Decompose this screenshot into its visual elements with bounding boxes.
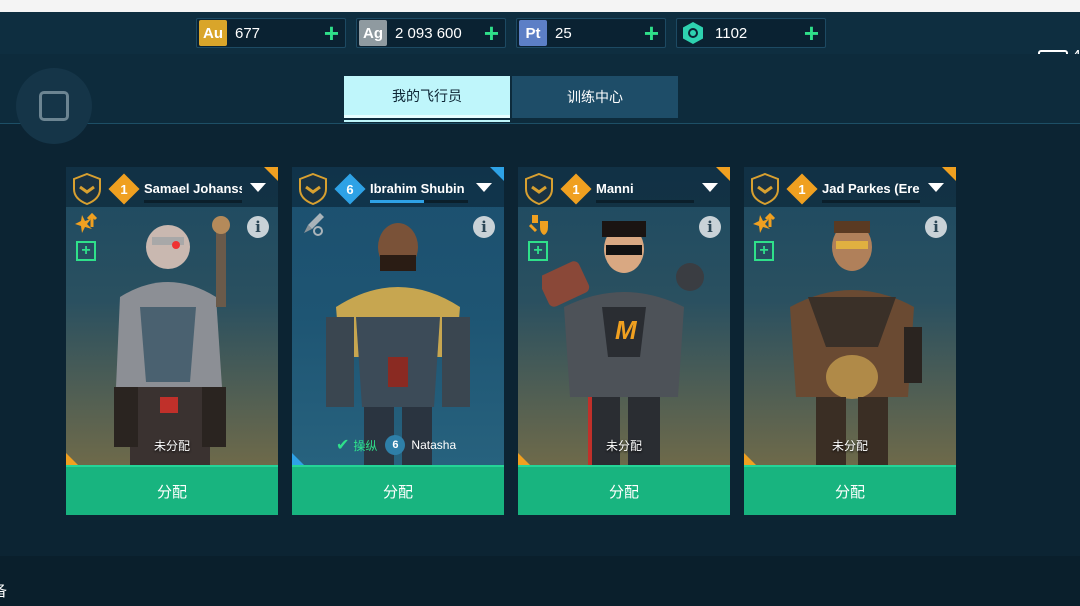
- pilot-xp-bar: [370, 200, 468, 203]
- rocket-icon: [304, 213, 324, 236]
- pilot-name: Ibrahim Shubin: [370, 181, 465, 196]
- add-skill-button[interactable]: +: [76, 241, 96, 261]
- pilot-dropdown-icon[interactable]: [250, 183, 266, 192]
- assignment-status: 未分配: [605, 439, 642, 453]
- burst-arrow-icon: [753, 212, 776, 233]
- add-skill-button[interactable]: +: [754, 241, 774, 261]
- platinum-currency: Pt 25 +: [516, 18, 666, 48]
- tab-my-pilots[interactable]: 我的飞行员: [344, 76, 510, 118]
- rank-shield-icon: [751, 173, 779, 205]
- gold-icon: Au: [199, 20, 227, 46]
- silver-currency: Ag 2 093 600 +: [356, 18, 506, 48]
- home-square-icon: [39, 91, 69, 121]
- add-silver-button[interactable]: +: [484, 20, 499, 46]
- pilot-portrait: [790, 221, 922, 465]
- footer-label: 备: [0, 580, 7, 601]
- pilot-name: Manni: [596, 181, 634, 196]
- pilot-xp-bar: [144, 200, 242, 203]
- add-gold-button[interactable]: +: [324, 20, 339, 46]
- assign-button[interactable]: 分配: [66, 465, 278, 515]
- pilot-xp-bar: [596, 200, 694, 203]
- rank-shield-icon: [299, 173, 327, 205]
- pilot-card[interactable]: 1 Jad Parkes (Eremite) i + 未分配 分配: [744, 167, 956, 515]
- assignment-status: 未分配: [831, 439, 868, 453]
- pilot-xp-fill: [370, 200, 424, 203]
- pilot-card[interactable]: 1 Samael Johansson i + 未分配 分配: [66, 167, 278, 515]
- shield-wrench-icon: [528, 215, 548, 235]
- check-icon: ✔: [336, 437, 350, 454]
- system-status-strip: [0, 0, 1080, 12]
- pilot-level-badge: 1: [786, 173, 818, 205]
- pilot-level-badge: 1: [560, 173, 592, 205]
- add-crystal-button[interactable]: +: [804, 20, 819, 46]
- assign-button[interactable]: 分配: [292, 465, 504, 515]
- platinum-amount: 25: [555, 24, 572, 42]
- tab-training-center[interactable]: 训练中心: [512, 76, 678, 118]
- pilot-xp-bar: [822, 200, 920, 203]
- silver-icon: Ag: [359, 20, 387, 46]
- pilot-name: Samael Johansson: [144, 181, 242, 196]
- pilot-portrait-frame: M 1 Manni i + 未分配: [518, 167, 730, 465]
- currency-bar: Au 677 + Ag 2 093 600 + Pt 25 + 1102 + 4: [0, 12, 1080, 66]
- home-button[interactable]: [16, 68, 92, 144]
- info-icon[interactable]: i: [699, 216, 721, 238]
- platinum-icon: Pt: [519, 20, 547, 46]
- robot-level-badge: 6: [385, 435, 406, 455]
- rank-shield-icon: [73, 173, 101, 205]
- pilot-portrait-frame: 1 Jad Parkes (Eremite) i + 未分配: [744, 167, 956, 465]
- info-icon[interactable]: i: [473, 216, 495, 238]
- add-platinum-button[interactable]: +: [644, 20, 659, 46]
- pilot-portrait-frame: 1 Samael Johansson i + 未分配: [66, 167, 278, 465]
- assign-button[interactable]: 分配: [744, 465, 956, 515]
- control-label: 操纵: [353, 438, 378, 453]
- svg-text:M: M: [615, 315, 638, 345]
- pilot-name: Jad Parkes (Eremite): [822, 181, 920, 196]
- gold-amount: 677: [235, 24, 261, 42]
- info-icon[interactable]: i: [247, 216, 269, 238]
- crystal-currency: 1102 +: [676, 18, 826, 48]
- pilot-dropdown-icon[interactable]: [702, 183, 718, 192]
- pilot-dropdown-icon[interactable]: [476, 183, 492, 192]
- footer-bar: 备: [0, 556, 1080, 606]
- pilot-card[interactable]: 6 Ibrahim Shubin i ✔ 操纵 6 Natasha 分配: [292, 167, 504, 515]
- active-tab-indicator: [344, 120, 510, 122]
- header: 我的飞行员 训练中心: [0, 54, 1080, 144]
- crystal-amount: 1102: [715, 24, 748, 42]
- assign-button[interactable]: 分配: [518, 465, 730, 515]
- pilot-card[interactable]: M 1 Manni i + 未分配 分配: [518, 167, 730, 515]
- pilot-level-badge: 1: [108, 173, 140, 205]
- pilot-portrait-frame: 6 Ibrahim Shubin i ✔ 操纵 6 Natasha: [292, 167, 504, 465]
- silver-amount: 2 093 600: [395, 24, 462, 42]
- rank-shield-icon: [525, 173, 553, 205]
- pilot-dropdown-icon[interactable]: [928, 183, 944, 192]
- robot-name: Natasha: [411, 438, 457, 452]
- info-icon[interactable]: i: [925, 216, 947, 238]
- hex-crystal-icon: [679, 20, 707, 46]
- pilot-portrait: [114, 216, 230, 465]
- pilot-portrait: M: [542, 221, 704, 465]
- burst-arrow-icon: [75, 212, 98, 233]
- pilot-level-badge: 6: [334, 173, 366, 205]
- robot-assignment: ✔ 操纵 6 Natasha: [336, 435, 456, 455]
- pilot-portrait: [326, 223, 470, 465]
- add-skill-button[interactable]: +: [528, 241, 548, 261]
- gold-currency: Au 677 +: [196, 18, 346, 48]
- assignment-status: 未分配: [153, 439, 190, 453]
